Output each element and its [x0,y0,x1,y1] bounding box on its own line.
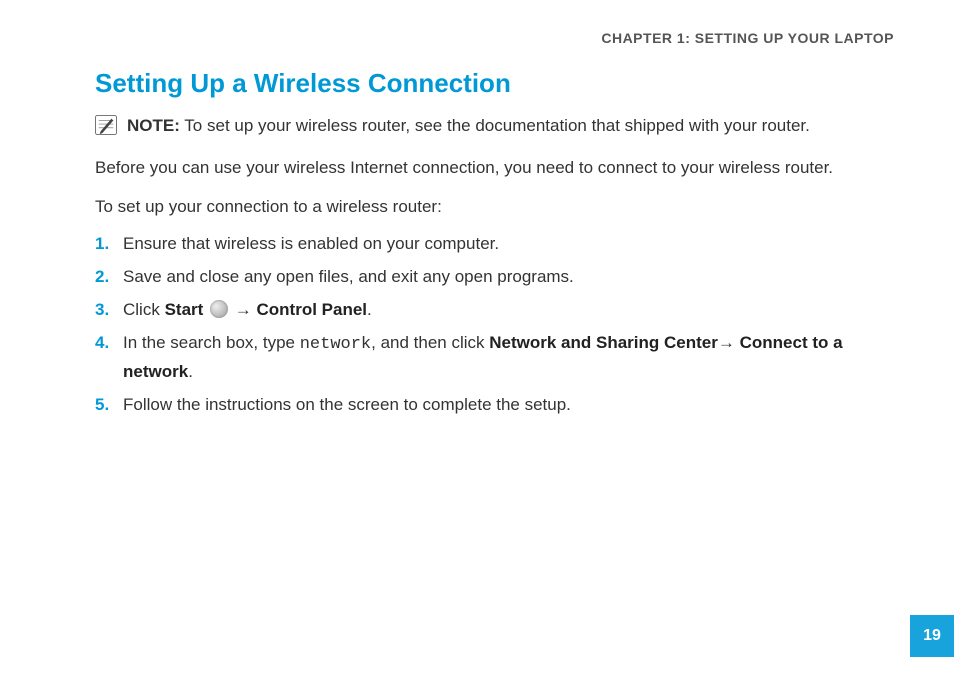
step-1: Ensure that wireless is enabled on your … [95,230,894,257]
intro-paragraph: Before you can use your wireless Interne… [95,155,894,181]
step-3-suffix: . [367,300,372,319]
step-3: Click Start → Control Panel. [95,296,894,323]
note-body: To set up your wireless router, see the … [180,116,810,135]
chapter-header: CHAPTER 1: SETTING UP YOUR LAPTOP [95,30,894,46]
control-panel-label: Control Panel [257,300,368,319]
section-title: Setting Up a Wireless Connection [95,68,894,99]
pencil-note-icon [95,115,117,135]
nsc-label: Network and Sharing Center [489,333,718,352]
intro-paragraph-2: To set up your connection to a wireless … [95,194,894,220]
step-5: Follow the instructions on the screen to… [95,391,894,418]
windows-start-orb-icon [210,300,228,318]
code-network: network [300,335,371,354]
step-4-prefix: In the search box, type [123,333,300,352]
note-block: NOTE: To set up your wireless router, se… [95,113,894,139]
steps-list: Ensure that wireless is enabled on your … [95,230,894,419]
step-4-suffix: . [188,362,193,381]
arrow-2: → [718,333,740,352]
step-4: In the search box, type network, and the… [95,329,894,385]
step-2: Save and close any open files, and exit … [95,263,894,290]
start-label: Start [165,300,208,319]
step-4-mid: , and then click [371,333,489,352]
document-page: CHAPTER 1: SETTING UP YOUR LAPTOP Settin… [0,0,954,677]
page-number: 19 [910,615,954,657]
step-3-prefix: Click [123,300,165,319]
note-label: NOTE: [127,116,180,135]
arrow-1: → [235,300,257,319]
note-text: NOTE: To set up your wireless router, se… [127,113,810,139]
